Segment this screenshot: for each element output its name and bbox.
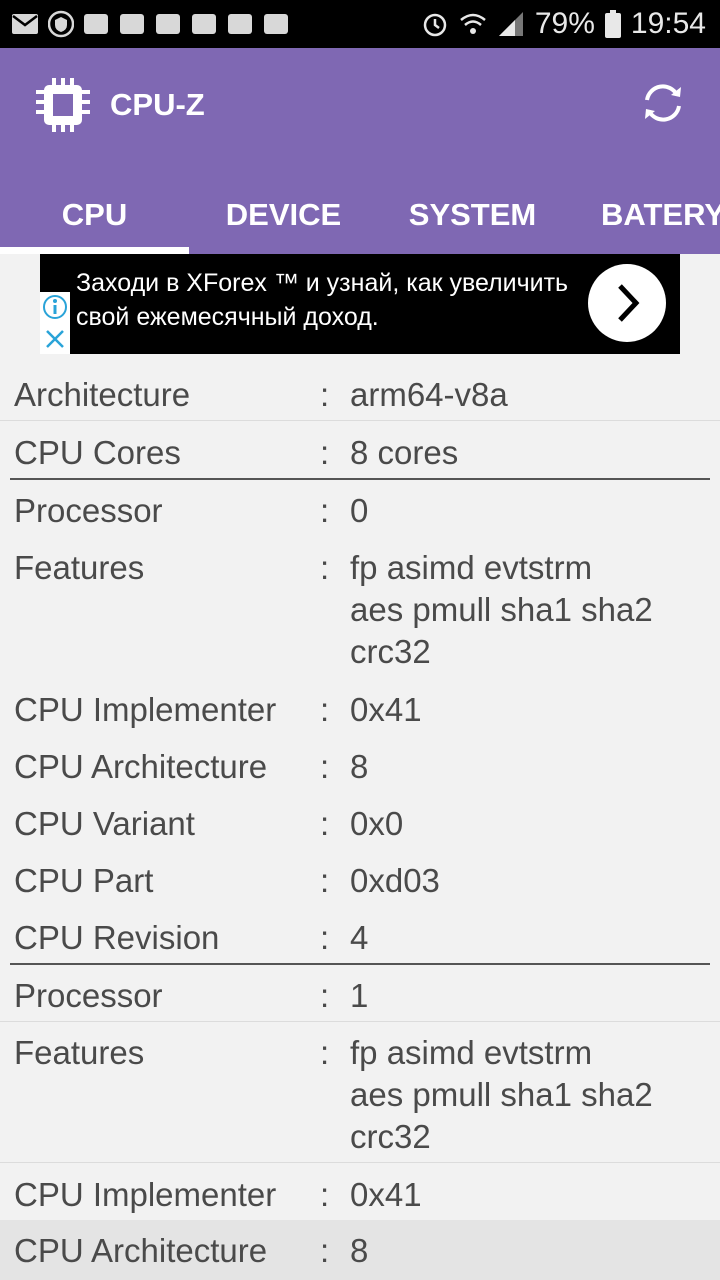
row-key: CPU Part <box>14 862 154 899</box>
clock: 19:54 <box>630 7 706 40</box>
status-bar: 79% 19:54 <box>0 0 720 48</box>
row-key: CPU Revision <box>14 919 220 956</box>
tab-device[interactable]: DEVICE <box>189 176 378 254</box>
group-divider <box>10 963 710 965</box>
briefcase-icon <box>264 14 288 34</box>
tab-system[interactable]: SYSTEM <box>378 176 567 254</box>
row-colon: : <box>320 1034 330 1071</box>
tab-label: DEVICE <box>225 197 342 232</box>
info-icon <box>43 295 67 319</box>
row-colon: : <box>320 805 330 842</box>
row-colon: : <box>320 748 330 785</box>
row-key: CPU Implementer <box>14 1176 277 1213</box>
cpu-chip-icon <box>36 78 90 132</box>
tab-label: CPU <box>61 197 128 232</box>
row-value: 0x41 <box>350 691 422 728</box>
divider <box>0 1162 720 1163</box>
tab-indicator <box>0 247 189 254</box>
ad-text: Заходи в XForex ™ и узнай, как увеличить… <box>76 269 569 331</box>
briefcase-icon <box>228 14 252 34</box>
row-value: 8 <box>350 1232 369 1269</box>
row-colon: : <box>320 1232 330 1269</box>
info-row: CPU Architecture : 8 <box>0 1220 720 1280</box>
row-value: fp asimd evtstrm aes pmull sha1 sha2 crc… <box>350 1034 653 1155</box>
tab-bar: CPU DEVICE SYSTEM BATERY <box>0 176 720 254</box>
row-key: Features <box>14 549 145 586</box>
chevron-right-icon <box>618 284 640 322</box>
row-value: 0x41 <box>350 1176 422 1213</box>
tab-cpu[interactable]: CPU <box>0 176 189 254</box>
row-colon: : <box>320 862 330 899</box>
alarm-icon <box>423 13 447 37</box>
tab-battery[interactable]: BATERY <box>565 176 720 254</box>
mail-icon <box>12 14 38 34</box>
row-key: CPU Architecture <box>14 1232 268 1269</box>
row-value: 8 cores <box>350 434 459 471</box>
row-key: CPU Architecture <box>14 748 268 785</box>
app-bar: CPU-Z CPU DEVICE SYSTEM BATERY <box>0 48 720 254</box>
row-value: arm64-v8a <box>350 376 508 413</box>
row-value: 0 <box>350 492 369 529</box>
tab-label: SYSTEM <box>408 197 537 232</box>
row-value: 0xd03 <box>350 862 440 899</box>
row-key: CPU Cores <box>14 434 181 471</box>
group-divider <box>10 478 710 480</box>
row-colon: : <box>320 977 330 1014</box>
row-colon: : <box>320 492 330 529</box>
row-colon: : <box>320 1176 330 1213</box>
row-colon: : <box>320 691 330 728</box>
row-value: 0x0 <box>350 805 404 842</box>
ad-choices[interactable] <box>40 292 70 354</box>
row-colon: : <box>320 549 330 586</box>
row-value: fp asimd evtstrm aes pmull sha1 sha2 crc… <box>350 549 653 670</box>
signal-icon <box>498 12 523 36</box>
row-key: Features <box>14 1034 145 1071</box>
divider <box>0 1021 720 1022</box>
row-value: 8 <box>350 748 369 785</box>
row-value: 4 <box>350 919 369 956</box>
briefcase-icon <box>156 14 180 34</box>
row-key: Processor <box>14 977 163 1014</box>
status-right: 79% 19:54 <box>421 6 706 42</box>
row-colon: : <box>320 434 330 471</box>
close-icon[interactable] <box>40 324 70 354</box>
divider <box>0 420 720 421</box>
briefcase-icon <box>192 14 216 34</box>
tab-label: BATERY <box>601 197 720 232</box>
battery-percent: 79% <box>534 7 595 40</box>
row-key: CPU Variant <box>14 805 195 842</box>
shield-icon <box>48 10 74 38</box>
briefcase-icon <box>120 14 144 34</box>
row-key: CPU Implementer <box>14 691 277 728</box>
briefcase-icon <box>84 14 108 34</box>
row-key: Architecture <box>14 376 191 413</box>
row-colon: : <box>320 919 330 956</box>
ad-banner[interactable]: Заходи в XForex ™ и узнай, как увеличить… <box>40 254 680 354</box>
battery-icon <box>604 10 621 38</box>
row-key: Processor <box>14 492 163 529</box>
row-colon: : <box>320 376 330 413</box>
ad-open-button[interactable] <box>588 264 666 342</box>
refresh-icon[interactable] <box>638 78 688 128</box>
row-value: 1 <box>350 977 369 1014</box>
wifi-icon <box>460 13 486 34</box>
app-title: CPU-Z <box>110 87 205 122</box>
